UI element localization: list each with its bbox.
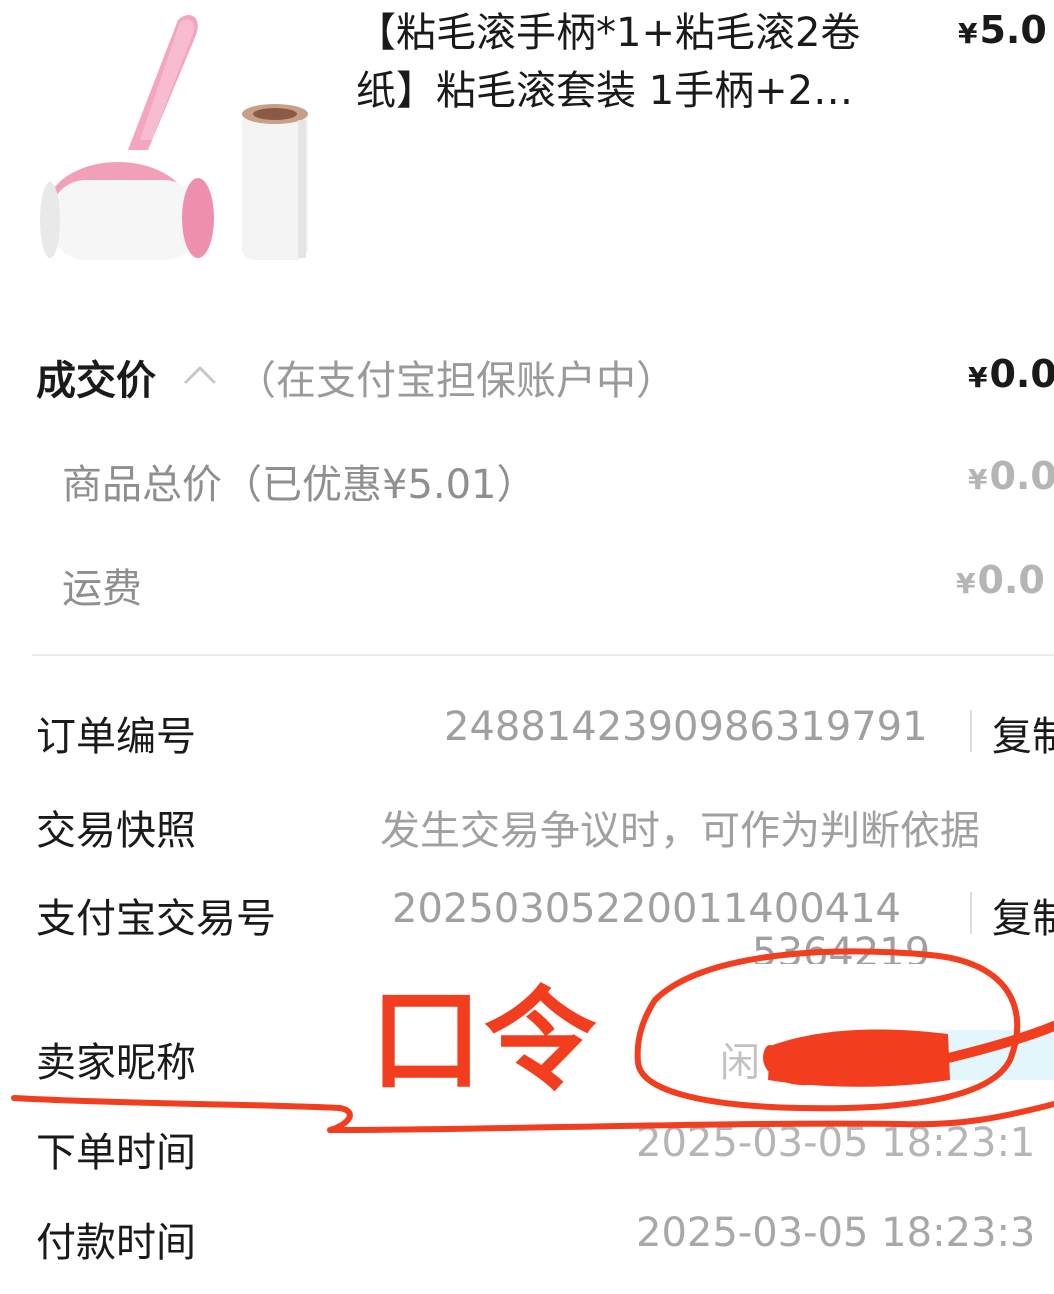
deal-price-label[interactable]: 成交价 — [36, 348, 156, 406]
seller-nickname-label: 卖家昵称 — [36, 1040, 196, 1086]
trade-snapshot-link[interactable]: 发生交易争议时，可作为判断依据 — [380, 798, 980, 856]
trade-snapshot-label: 交易快照 — [36, 808, 196, 854]
payment-time-value: 2025-03-05 18:23:3 — [636, 1210, 1036, 1256]
handwritten-annotation: 口令 — [370, 976, 598, 1106]
escrow-note: （在支付宝担保账户中） — [236, 358, 676, 404]
copy-alipay-number-button[interactable]: 复制 — [992, 886, 1054, 944]
deal-price-value: ¥0.0 — [968, 352, 1054, 396]
lint-roller-icon — [40, 15, 214, 260]
product-title[interactable]: 【粘毛滚手柄*1+粘毛滚2卷纸】粘毛滚套装 1手柄+2… — [356, 4, 916, 120]
currency-symbol: ¥ — [968, 361, 988, 394]
order-detail-page: 【粘毛滚手柄*1+粘毛滚2卷纸】粘毛滚套装 1手柄+2… ¥5.0 成交价 （在… — [0, 0, 1054, 1294]
shipping-label: 运费 — [62, 566, 142, 612]
goods-total-amount: 0.0 — [989, 454, 1054, 498]
section-divider — [32, 654, 1054, 656]
shipping-amount: 0.0 — [977, 558, 1045, 602]
order-number-value: 2488142390986319791 — [444, 704, 928, 750]
alipay-trade-number-value: 20250305220011400414 — [392, 886, 901, 932]
currency-symbol: ¥ — [956, 567, 976, 600]
goods-total-label: 商品总价（已优惠¥5.01） — [62, 462, 537, 508]
deal-price-amount: 0.0 — [989, 352, 1054, 396]
seller-nickname-value[interactable]: 闲 — [720, 1030, 760, 1088]
order-number-label: 订单编号 — [36, 714, 196, 760]
currency-symbol: ¥ — [968, 463, 988, 496]
currency-symbol: ¥ — [958, 17, 978, 50]
goods-total-price: ¥0.0 — [968, 454, 1054, 498]
alipay-trade-number-label: 支付宝交易号 — [36, 896, 276, 942]
refill-roll-icon — [242, 104, 308, 260]
chevron-up-icon[interactable] — [182, 362, 218, 386]
shipping-price: ¥0.0 — [956, 558, 1045, 602]
payment-time-label: 付款时间 — [36, 1220, 196, 1266]
alipay-trade-number-continued: 5364219 — [752, 930, 931, 964]
product-image[interactable] — [28, 0, 328, 300]
copy-separator — [970, 892, 972, 934]
copy-order-number-button[interactable]: 复制 — [992, 704, 1054, 762]
order-time-label: 下单时间 — [36, 1130, 196, 1176]
product-price: ¥5.0 — [958, 8, 1047, 52]
seller-badge[interactable] — [936, 1030, 1054, 1080]
order-time-value: 2025-03-05 18:23:1 — [636, 1120, 1036, 1166]
product-price-value: 5.0 — [979, 8, 1047, 52]
copy-separator — [970, 710, 972, 752]
